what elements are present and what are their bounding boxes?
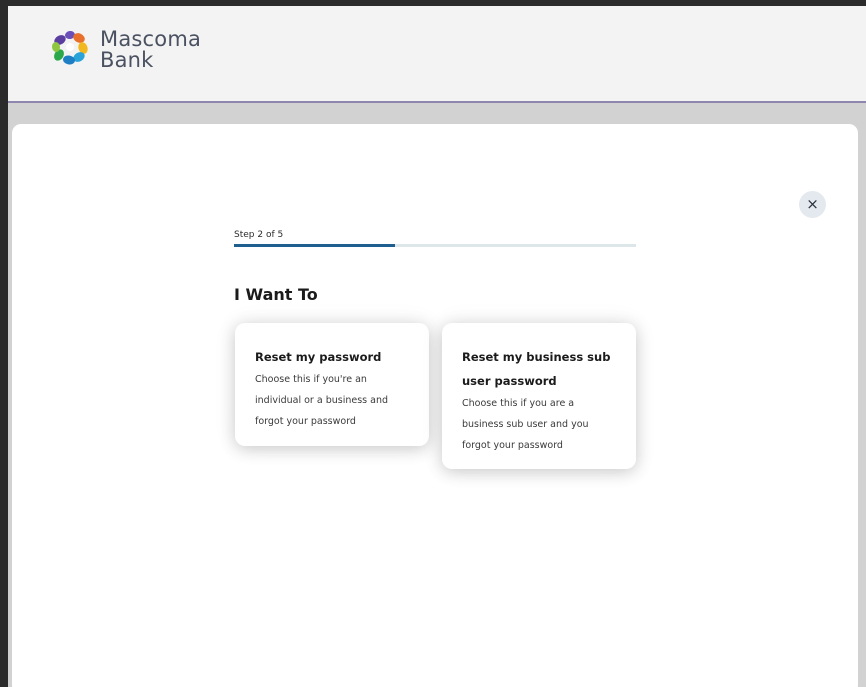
progress-bar-fill	[234, 244, 395, 247]
option-description: Choose this if you're an individual or a…	[255, 374, 388, 427]
reset-password-option[interactable]: Reset my password Choose this if you're …	[235, 323, 429, 446]
option-description: Choose this if you are a business sub us…	[462, 398, 589, 451]
close-icon: ×	[806, 195, 819, 213]
reset-business-sub-user-password-option[interactable]: Reset my business sub user password Choo…	[442, 323, 636, 469]
step-indicator: Step 2 of 5	[234, 230, 284, 240]
progress-bar	[234, 244, 636, 247]
brand-name: Mascoma Bank	[100, 29, 201, 71]
brand-name-line2: Bank	[100, 48, 154, 72]
option-title: Reset my business sub user password	[462, 350, 611, 388]
reset-password-modal: × Step 2 of 5 I Want To Reset my passwor…	[12, 124, 858, 687]
brand-name-line1: Mascoma	[100, 27, 202, 51]
app-window: Mascoma Bank × Step 2 of 5 I Want To Res…	[8, 6, 866, 687]
close-button[interactable]: ×	[799, 191, 826, 218]
site-header: Mascoma Bank	[8, 6, 866, 103]
mascoma-flower-icon	[51, 30, 88, 65]
option-title: Reset my password	[255, 350, 382, 364]
brand-logo[interactable]: Mascoma Bank	[48, 22, 238, 82]
page-title: I Want To	[234, 285, 318, 304]
